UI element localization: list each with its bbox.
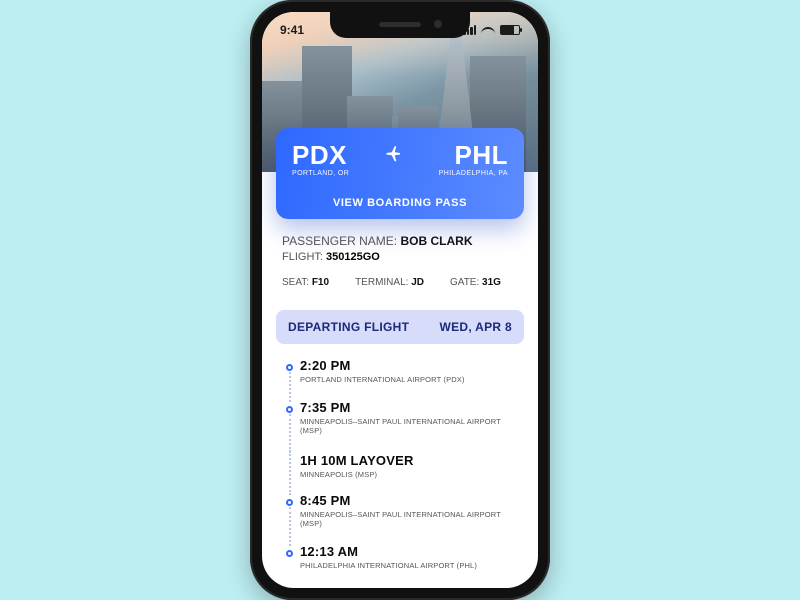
stop-time: 2:20 PM	[300, 358, 520, 373]
status-indicators	[463, 25, 520, 35]
route: PDX PORTLAND, OR PHL PHILADELPHIA, PA	[292, 142, 508, 177]
seat: SEAT: F10	[282, 277, 329, 288]
origin-airport: PDX PORTLAND, OR	[292, 142, 349, 177]
timeline-stop: 12:13 AM PHILADELPHIA INTERNATIONAL AIRPO…	[280, 544, 520, 586]
stop-time: 1H 10M LAYOVER	[300, 453, 520, 468]
stop-time: 7:35 PM	[300, 400, 520, 415]
terminal: TERMINAL: JD	[355, 277, 424, 288]
flight-number: 350125GO	[326, 251, 380, 263]
phone-frame: 9:41 PDX PORTLAND, OR PHL	[250, 0, 550, 600]
destination-code: PHL	[439, 142, 508, 168]
stop-place: PHILADELPHIA INTERNATIONAL AIRPORT (PHL)	[300, 561, 520, 570]
passenger-block: PASSENGER NAME: BOB CLARK FLIGHT: 350125…	[276, 218, 524, 296]
seat-terminal-gate-row: SEAT: F10 TERMINAL: JD GATE: 31G	[282, 277, 518, 288]
timeline-stop: 2:20 PM PORTLAND INTERNATIONAL AIRPORT (P…	[280, 358, 520, 400]
gate: GATE: 31G	[450, 277, 501, 288]
stop-time: 8:45 PM	[300, 493, 520, 508]
timeline-stop: 8:45 PM MINNEAPOLIS–SAINT PAUL INTERNATIO…	[280, 493, 520, 544]
flight-number-row: FLIGHT: 350125GO	[282, 251, 518, 263]
passenger-name-row: PASSENGER NAME: BOB CLARK	[282, 234, 518, 248]
flight-label: FLIGHT:	[282, 251, 326, 263]
boarding-pass-card[interactable]: PDX PORTLAND, OR PHL PHILADELPHIA, PA VI…	[276, 128, 524, 219]
plane-icon	[349, 142, 439, 162]
itinerary-timeline: 2:20 PM PORTLAND INTERNATIONAL AIRPORT (P…	[276, 358, 524, 586]
stop-place: MINNEAPOLIS (MSP)	[300, 470, 520, 479]
origin-code: PDX	[292, 142, 349, 168]
origin-city: PORTLAND, OR	[292, 170, 349, 177]
stop-place: PORTLAND INTERNATIONAL AIRPORT (PDX)	[300, 375, 520, 384]
flight-details: PASSENGER NAME: BOB CLARK FLIGHT: 350125…	[276, 218, 524, 588]
layover-item: 1H 10M LAYOVER MINNEAPOLIS (MSP)	[280, 451, 520, 493]
stop-place: MINNEAPOLIS–SAINT PAUL INTERNATIONAL AIR…	[300, 417, 520, 435]
stop-time: 12:13 AM	[300, 544, 520, 559]
departing-header: DEPARTING FLIGHT WED, APR 8	[276, 310, 524, 344]
stop-place: MINNEAPOLIS–SAINT PAUL INTERNATIONAL AIR…	[300, 510, 520, 528]
status-time: 9:41	[280, 23, 304, 37]
view-boarding-pass-button[interactable]: VIEW BOARDING PASS	[292, 189, 508, 209]
notch	[330, 12, 470, 38]
passenger-name-label: PASSENGER NAME:	[282, 234, 400, 248]
destination-airport: PHL PHILADELPHIA, PA	[439, 142, 508, 177]
battery-icon	[500, 25, 520, 35]
destination-city: PHILADELPHIA, PA	[439, 170, 508, 177]
passenger-name: BOB CLARK	[400, 234, 472, 248]
screen: 9:41 PDX PORTLAND, OR PHL	[262, 12, 538, 588]
departing-title: DEPARTING FLIGHT	[288, 320, 409, 334]
wifi-icon	[481, 25, 495, 35]
timeline-stop: 7:35 PM MINNEAPOLIS–SAINT PAUL INTERNATIO…	[280, 400, 520, 451]
departing-date: WED, APR 8	[439, 320, 512, 334]
